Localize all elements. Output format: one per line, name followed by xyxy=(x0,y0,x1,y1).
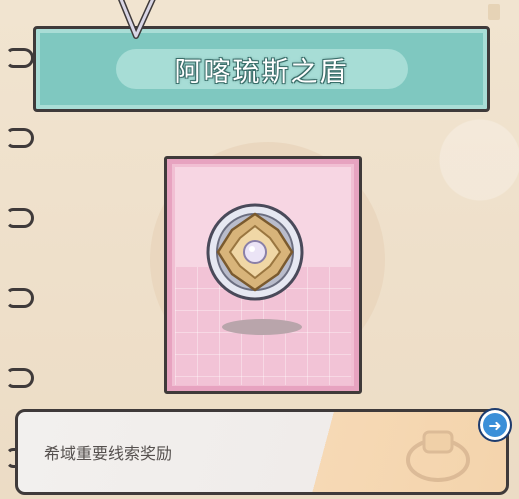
binder-ring xyxy=(6,128,34,148)
binder-ring xyxy=(6,208,34,228)
title-banner: 阿喀琉斯之盾 xyxy=(33,26,490,112)
binder-ring xyxy=(6,48,34,68)
notebook-page: 阿喀琉斯之盾 希域重要线索奖励 ➜ xyxy=(0,0,519,499)
binder-ring xyxy=(6,288,34,308)
item-shadow xyxy=(222,319,302,335)
shield-icon xyxy=(206,203,304,301)
next-button[interactable]: ➜ xyxy=(478,408,512,442)
bookmark-icon xyxy=(118,0,156,39)
corner-flag xyxy=(488,4,500,20)
ring-item-icon xyxy=(406,430,470,482)
binder-ring xyxy=(6,368,34,388)
description-text: 希域重要线索奖励 xyxy=(44,444,173,463)
arrow-right-icon: ➜ xyxy=(488,415,502,435)
item-title: 阿喀琉斯之盾 xyxy=(174,56,349,88)
